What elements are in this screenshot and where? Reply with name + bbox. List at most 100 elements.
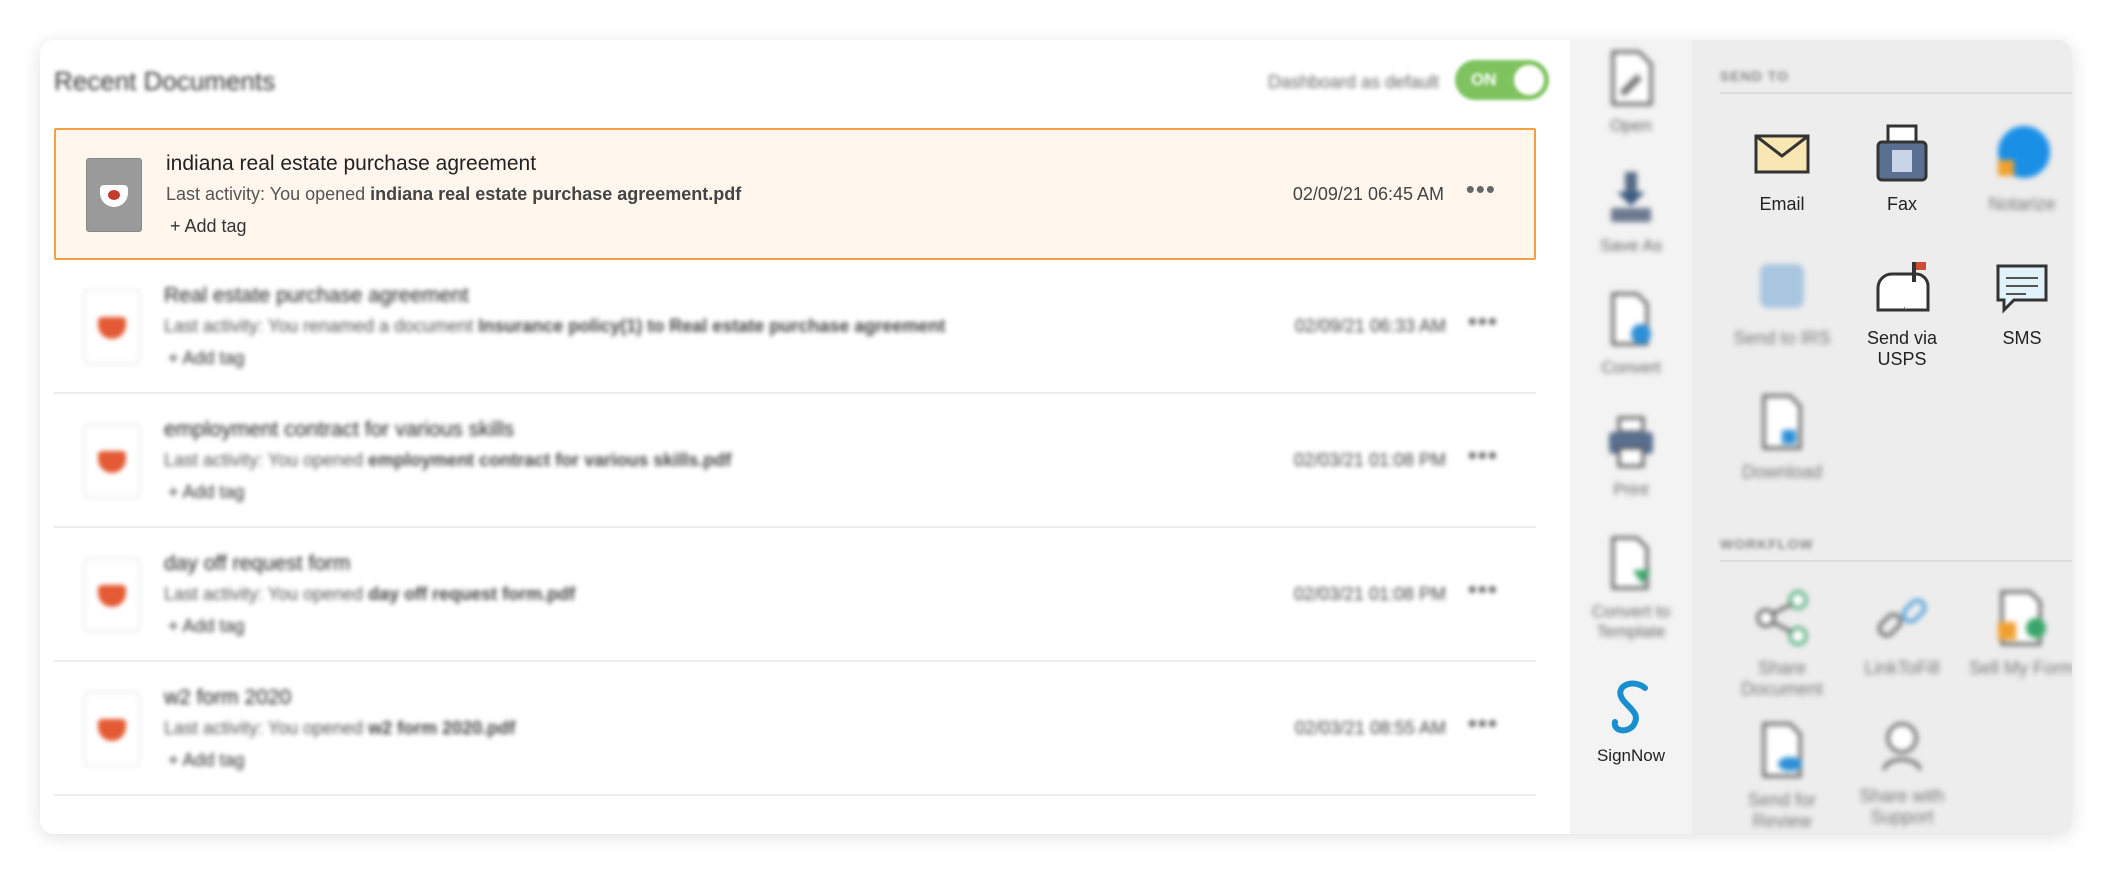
recent-documents-pane: Recent Documents Dashboard as default ON… bbox=[40, 40, 1570, 834]
send-label: Notarize bbox=[1988, 194, 2056, 214]
pdf-logo-icon bbox=[98, 585, 126, 607]
pdf-logo-icon bbox=[98, 317, 126, 339]
document-date: 02/09/21 06:33 AM bbox=[1294, 316, 1446, 336]
document-title[interactable]: day off request form bbox=[164, 552, 350, 576]
add-tag-button[interactable]: + Add tag bbox=[168, 482, 245, 503]
workflow-label: Share with Support bbox=[1859, 786, 1945, 827]
document-thumbnail bbox=[86, 158, 142, 232]
tool-label: Convert to Template bbox=[1591, 602, 1671, 641]
fax-button[interactable]: Fax bbox=[1842, 124, 1962, 215]
add-tag-button[interactable]: + Add tag bbox=[168, 750, 245, 771]
dashboard-default-label: Dashboard as default bbox=[1267, 72, 1439, 92]
send-label: Send via USPS bbox=[1866, 328, 1938, 369]
add-tag-button[interactable]: + Add tag bbox=[168, 348, 245, 369]
document-title[interactable]: Real estate purchase agreement bbox=[164, 284, 469, 308]
link-to-fill-button[interactable]: LinkToFill bbox=[1842, 588, 1962, 679]
workflow-label: Share Document bbox=[1740, 658, 1824, 699]
notarize-button[interactable]: Notarize bbox=[1962, 124, 2072, 215]
template-icon bbox=[1607, 536, 1655, 592]
irs-icon bbox=[1752, 258, 1812, 318]
save-as-button[interactable]: Save As bbox=[1570, 170, 1692, 256]
tool-label: Print bbox=[1613, 480, 1649, 499]
document-row-selected[interactable]: indiana real estate purchase agreement L… bbox=[54, 128, 1536, 260]
document-date: 02/03/21 01:08 PM bbox=[1293, 450, 1446, 470]
more-options-icon[interactable]: ••• bbox=[1468, 440, 1498, 471]
toggle-state-text: ON bbox=[1471, 70, 1497, 89]
mailbox-icon bbox=[1872, 258, 1932, 318]
document-date: 02/03/21 01:08 PM bbox=[1293, 584, 1446, 604]
toggle-knob bbox=[1514, 65, 1544, 95]
section-divider bbox=[1720, 560, 2072, 562]
document-activity: Last activity: You opened employment con… bbox=[164, 450, 732, 470]
document-row[interactable]: employment contract for various skills L… bbox=[54, 396, 1536, 528]
tool-label: Open bbox=[1610, 116, 1652, 135]
dashboard-card: Recent Documents Dashboard as default ON… bbox=[40, 40, 2072, 834]
tool-label: Save As bbox=[1599, 236, 1663, 255]
add-tag-button[interactable]: + Add tag bbox=[170, 216, 247, 237]
document-title[interactable]: indiana real estate purchase agreement bbox=[166, 152, 536, 176]
sms-button[interactable]: SMS bbox=[1962, 258, 2072, 349]
share-icon bbox=[1752, 588, 1812, 648]
support-icon bbox=[1872, 716, 1932, 776]
more-options-icon[interactable]: ••• bbox=[1468, 306, 1498, 337]
document-title[interactable]: employment contract for various skills bbox=[164, 418, 514, 442]
send-label: SMS bbox=[2002, 328, 2042, 348]
sell-my-form-button[interactable]: Sell My Form bbox=[1962, 588, 2072, 679]
more-options-icon[interactable]: ••• bbox=[1468, 574, 1498, 605]
page-title: Recent Documents bbox=[54, 66, 276, 96]
convert-icon bbox=[1607, 292, 1655, 348]
link-icon bbox=[1872, 588, 1932, 648]
tools-sidebar: Open Save As Convert Print Convert to Te… bbox=[1570, 40, 1692, 834]
send-to-irs-button[interactable]: Send to IRS bbox=[1722, 258, 1842, 349]
tool-label: SignNow bbox=[1596, 746, 1666, 765]
sms-icon bbox=[1992, 258, 2052, 318]
document-row[interactable]: Real estate purchase agreement Last acti… bbox=[54, 262, 1536, 394]
send-to-section-label: SEND TO bbox=[1720, 68, 1789, 84]
pdf-logo-icon bbox=[100, 185, 128, 207]
more-options-icon[interactable]: ••• bbox=[1466, 174, 1496, 205]
document-title[interactable]: w2 form 2020 bbox=[164, 686, 291, 710]
printer-icon bbox=[1607, 414, 1655, 470]
signnow-button[interactable]: SignNow bbox=[1570, 680, 1692, 766]
email-button[interactable]: Email bbox=[1722, 124, 1842, 215]
document-activity: Last activity: You opened day off reques… bbox=[164, 584, 576, 604]
document-row[interactable]: day off request form Last activity: You … bbox=[54, 530, 1536, 662]
notarize-icon bbox=[1992, 124, 2052, 184]
convert-to-template-button[interactable]: Convert to Template bbox=[1570, 536, 1692, 642]
open-doc-icon bbox=[1607, 50, 1655, 106]
section-divider bbox=[1720, 92, 2072, 94]
send-via-usps-button[interactable]: Send via USPS bbox=[1842, 258, 1962, 370]
send-label: Send to IRS bbox=[1733, 328, 1831, 348]
signnow-icon bbox=[1607, 680, 1655, 736]
send-label: Email bbox=[1759, 194, 1805, 214]
pdf-logo-icon bbox=[98, 451, 126, 473]
review-icon bbox=[1752, 720, 1812, 780]
document-row[interactable]: w2 form 2020 Last activity: You opened w… bbox=[54, 664, 1536, 796]
document-date: 02/09/21 06:45 AM bbox=[1292, 184, 1444, 204]
docs-header: Recent Documents Dashboard as default ON bbox=[54, 60, 1564, 102]
document-thumbnail bbox=[84, 558, 140, 632]
print-button[interactable]: Print bbox=[1570, 414, 1692, 500]
fax-icon bbox=[1872, 124, 1932, 184]
document-activity: Last activity: You opened indiana real e… bbox=[166, 184, 742, 204]
sell-form-icon bbox=[1992, 588, 2052, 648]
workflow-label: LinkToFill bbox=[1864, 658, 1940, 678]
save-as-icon bbox=[1607, 170, 1655, 226]
workflow-label: Send for Review bbox=[1747, 790, 1817, 831]
download-icon bbox=[1752, 392, 1812, 452]
add-tag-button[interactable]: + Add tag bbox=[168, 616, 245, 637]
share-document-button[interactable]: Share Document bbox=[1722, 588, 1842, 700]
send-for-review-button[interactable]: Send for Review bbox=[1722, 720, 1842, 832]
open-button[interactable]: Open bbox=[1570, 50, 1692, 136]
dashboard-default-toggle[interactable]: ON bbox=[1455, 60, 1549, 100]
workflow-label: Sell My Form bbox=[1968, 658, 2072, 678]
send-to-panel: SEND TO Email Fax Notarize Send to IRS S… bbox=[1692, 40, 2072, 834]
more-options-icon[interactable]: ••• bbox=[1468, 708, 1498, 739]
document-thumbnail bbox=[84, 424, 140, 498]
share-with-support-button[interactable]: Share with Support bbox=[1842, 716, 1962, 828]
document-date: 02/03/21 08:55 AM bbox=[1294, 718, 1446, 738]
convert-button[interactable]: Convert bbox=[1570, 292, 1692, 378]
send-label: Download bbox=[1741, 462, 1823, 482]
download-button[interactable]: Download bbox=[1722, 392, 1842, 483]
send-label: Fax bbox=[1886, 194, 1917, 214]
